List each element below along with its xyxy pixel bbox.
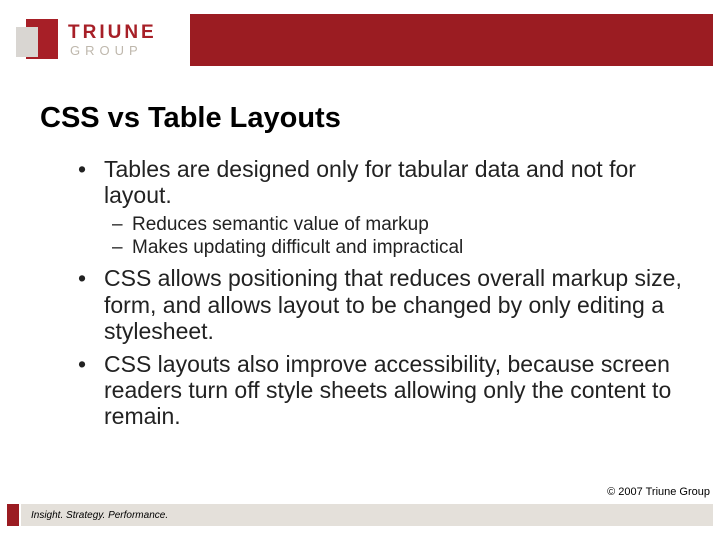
copyright: © 2007 Triune Group	[607, 486, 710, 498]
tagline: Insight. Strategy. Performance.	[31, 510, 168, 521]
slide-body: Tables are designed only for tabular dat…	[70, 156, 686, 436]
logo-sub: GROUP	[68, 44, 157, 57]
header: TRIUNE GROUP	[0, 0, 720, 78]
bullet-3: CSS layouts also improve accessibility, …	[70, 351, 686, 430]
bullet-1: Tables are designed only for tabular dat…	[70, 156, 686, 259]
slide: TRIUNE GROUP CSS vs Table Layouts Tables…	[0, 0, 720, 540]
logo-mark-icon	[16, 17, 62, 63]
header-color-bar	[190, 14, 713, 66]
logo: TRIUNE GROUP	[16, 14, 180, 66]
bullet-2: CSS allows positioning that reduces over…	[70, 265, 686, 344]
bullet-1-sub-2: Makes updating difficult and impractical	[104, 236, 686, 259]
footer-strip: Insight. Strategy. Performance.	[21, 504, 713, 526]
logo-name: TRIUNE	[68, 23, 157, 42]
footer-accent	[7, 504, 19, 526]
footer-bar: Insight. Strategy. Performance.	[0, 504, 720, 526]
bullet-1-text: Tables are designed only for tabular dat…	[104, 156, 636, 208]
logo-text: TRIUNE GROUP	[68, 23, 157, 57]
slide-title: CSS vs Table Layouts	[40, 102, 341, 135]
bullet-1-sub-1: Reduces semantic value of markup	[104, 213, 686, 236]
